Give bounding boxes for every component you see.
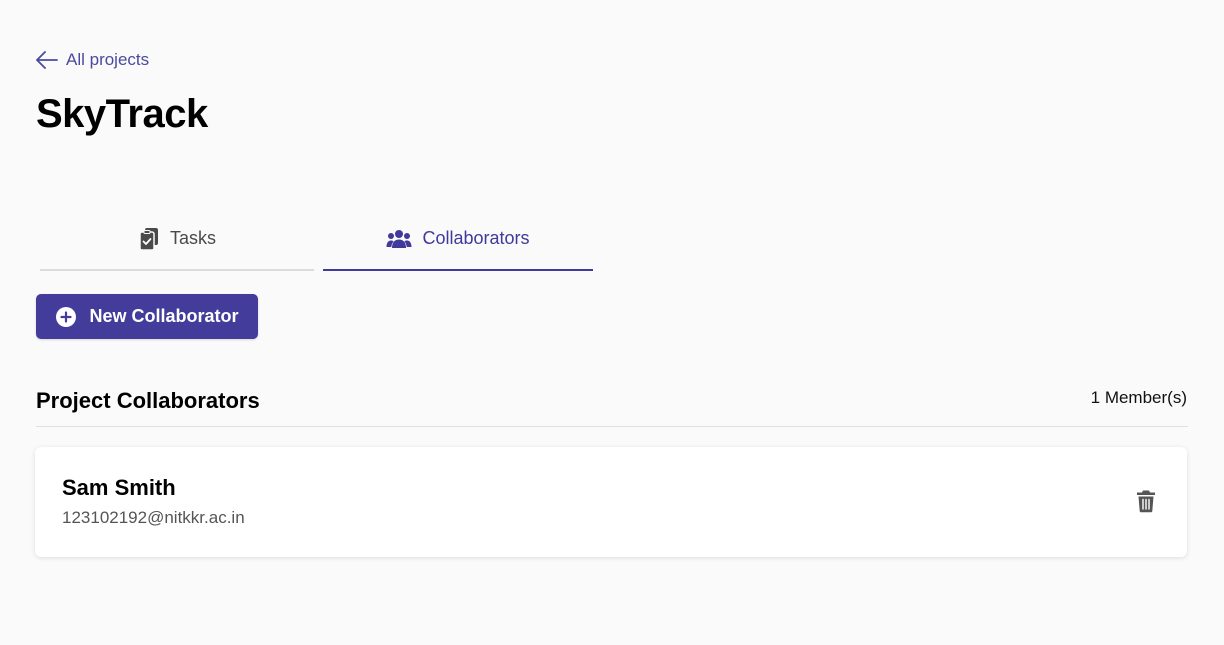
back-link-label: All projects xyxy=(66,50,150,69)
new-collaborator-button[interactable]: New Collaborator xyxy=(36,294,258,339)
page-title: SkyTrack xyxy=(36,92,208,136)
arrow-left-icon xyxy=(36,51,58,69)
member-count: 1 Member(s) xyxy=(1090,388,1187,407)
users-icon xyxy=(386,229,412,248)
collaborator-name: Sam Smith xyxy=(62,475,176,500)
tab-tasks[interactable]: Tasks xyxy=(40,208,314,271)
tab-collaborators-label: Collaborators xyxy=(422,228,530,248)
section-title: Project Collaborators xyxy=(36,388,260,413)
delete-collaborator-button[interactable] xyxy=(1134,487,1158,515)
project-tabs: Tasks Collaborators xyxy=(36,208,593,271)
back-to-projects-link[interactable]: All projects xyxy=(36,50,149,70)
tab-collaborators[interactable]: Collaborators xyxy=(323,208,593,271)
plus-circle-icon xyxy=(56,306,77,327)
tab-tasks-label: Tasks xyxy=(169,228,216,248)
trash-icon xyxy=(1137,490,1155,513)
collaborator-email: 123102192@nitkkr.ac.in xyxy=(62,508,245,527)
clipboard-check-icon xyxy=(139,227,158,251)
new-collaborator-label: New Collaborator xyxy=(89,306,239,326)
section-divider xyxy=(36,426,1188,427)
collaborator-card: Sam Smith 123102192@nitkkr.ac.in xyxy=(35,447,1187,557)
